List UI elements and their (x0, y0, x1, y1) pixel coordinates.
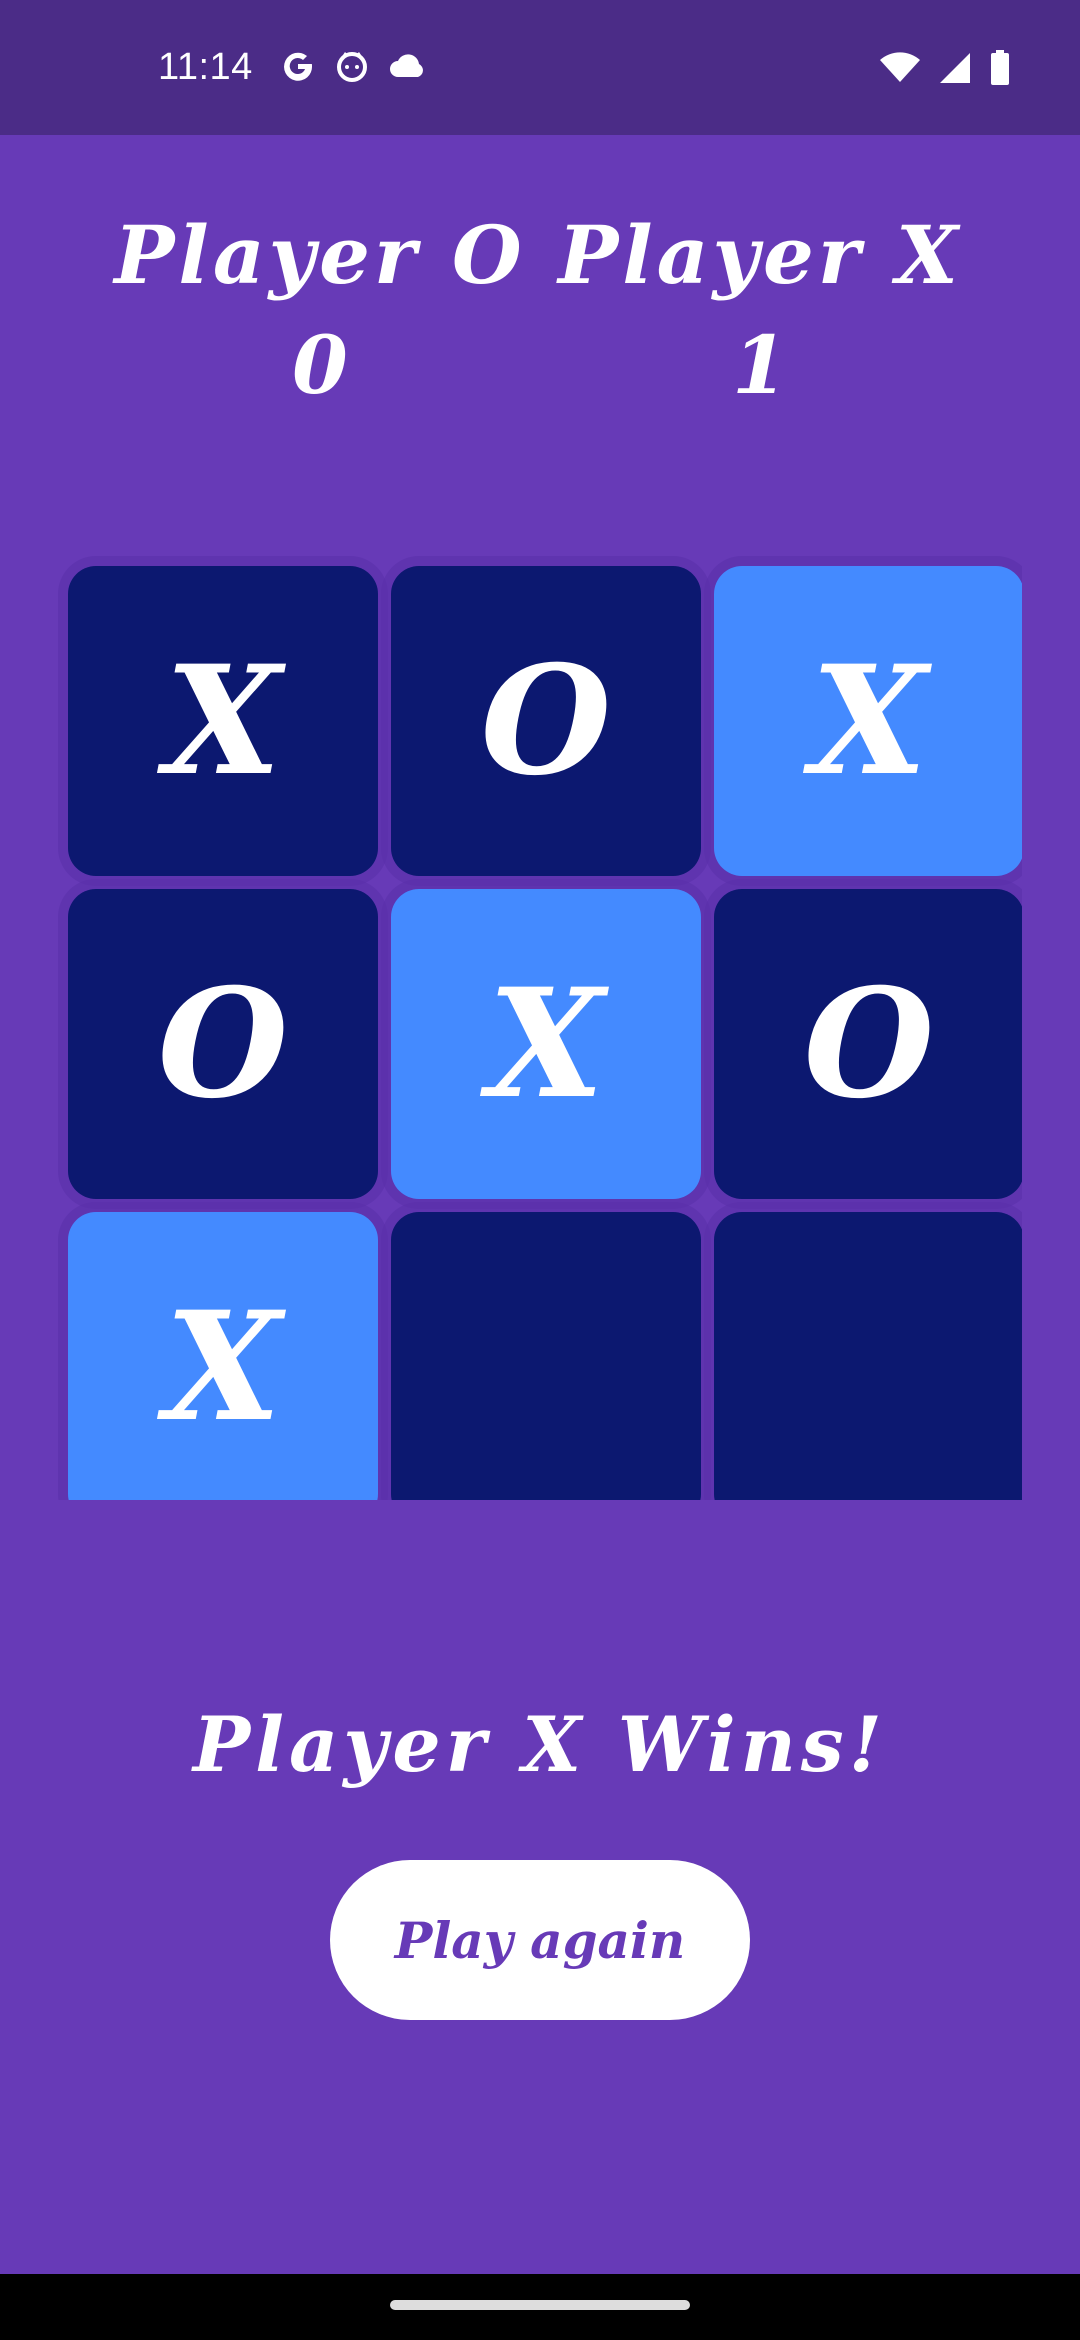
player-o-score: 0 (292, 318, 348, 412)
player-x-score-panel: Player X 1 (540, 200, 980, 420)
board-cell[interactable]: X (68, 1212, 378, 1500)
notification-icons (280, 48, 428, 84)
cloud-icon (388, 51, 428, 81)
cat-face-icon (334, 48, 370, 84)
player-o-label: Player O (114, 208, 526, 302)
game-board: X O X O X O X (58, 554, 1022, 1500)
wifi-icon (880, 52, 920, 84)
result-message: Player X Wins! (193, 1700, 887, 1789)
status-time: 11:14 (158, 46, 253, 88)
board-cell[interactable]: O (714, 889, 1022, 1199)
board-cell[interactable]: X (714, 566, 1022, 876)
status-bar: 11:14 (0, 0, 1080, 135)
board-cell[interactable] (714, 1212, 1022, 1500)
battery-icon (990, 50, 1010, 86)
board-cell[interactable] (391, 1212, 701, 1500)
player-x-label: Player X (558, 208, 962, 302)
board-cell[interactable]: X (391, 889, 701, 1199)
play-again-button[interactable]: Play again (330, 1860, 750, 2020)
player-x-score: 1 (732, 318, 788, 412)
system-icons (880, 50, 1010, 86)
board-cell[interactable]: O (391, 566, 701, 876)
signal-icon (938, 51, 972, 85)
board-cell[interactable]: O (68, 889, 378, 1199)
home-indicator[interactable] (390, 2300, 690, 2310)
player-o-score-panel: Player O 0 (100, 200, 540, 420)
google-icon (280, 48, 316, 84)
board-cell[interactable]: X (68, 566, 378, 876)
scoreboard: Player O 0 Player X 1 (0, 200, 1080, 420)
